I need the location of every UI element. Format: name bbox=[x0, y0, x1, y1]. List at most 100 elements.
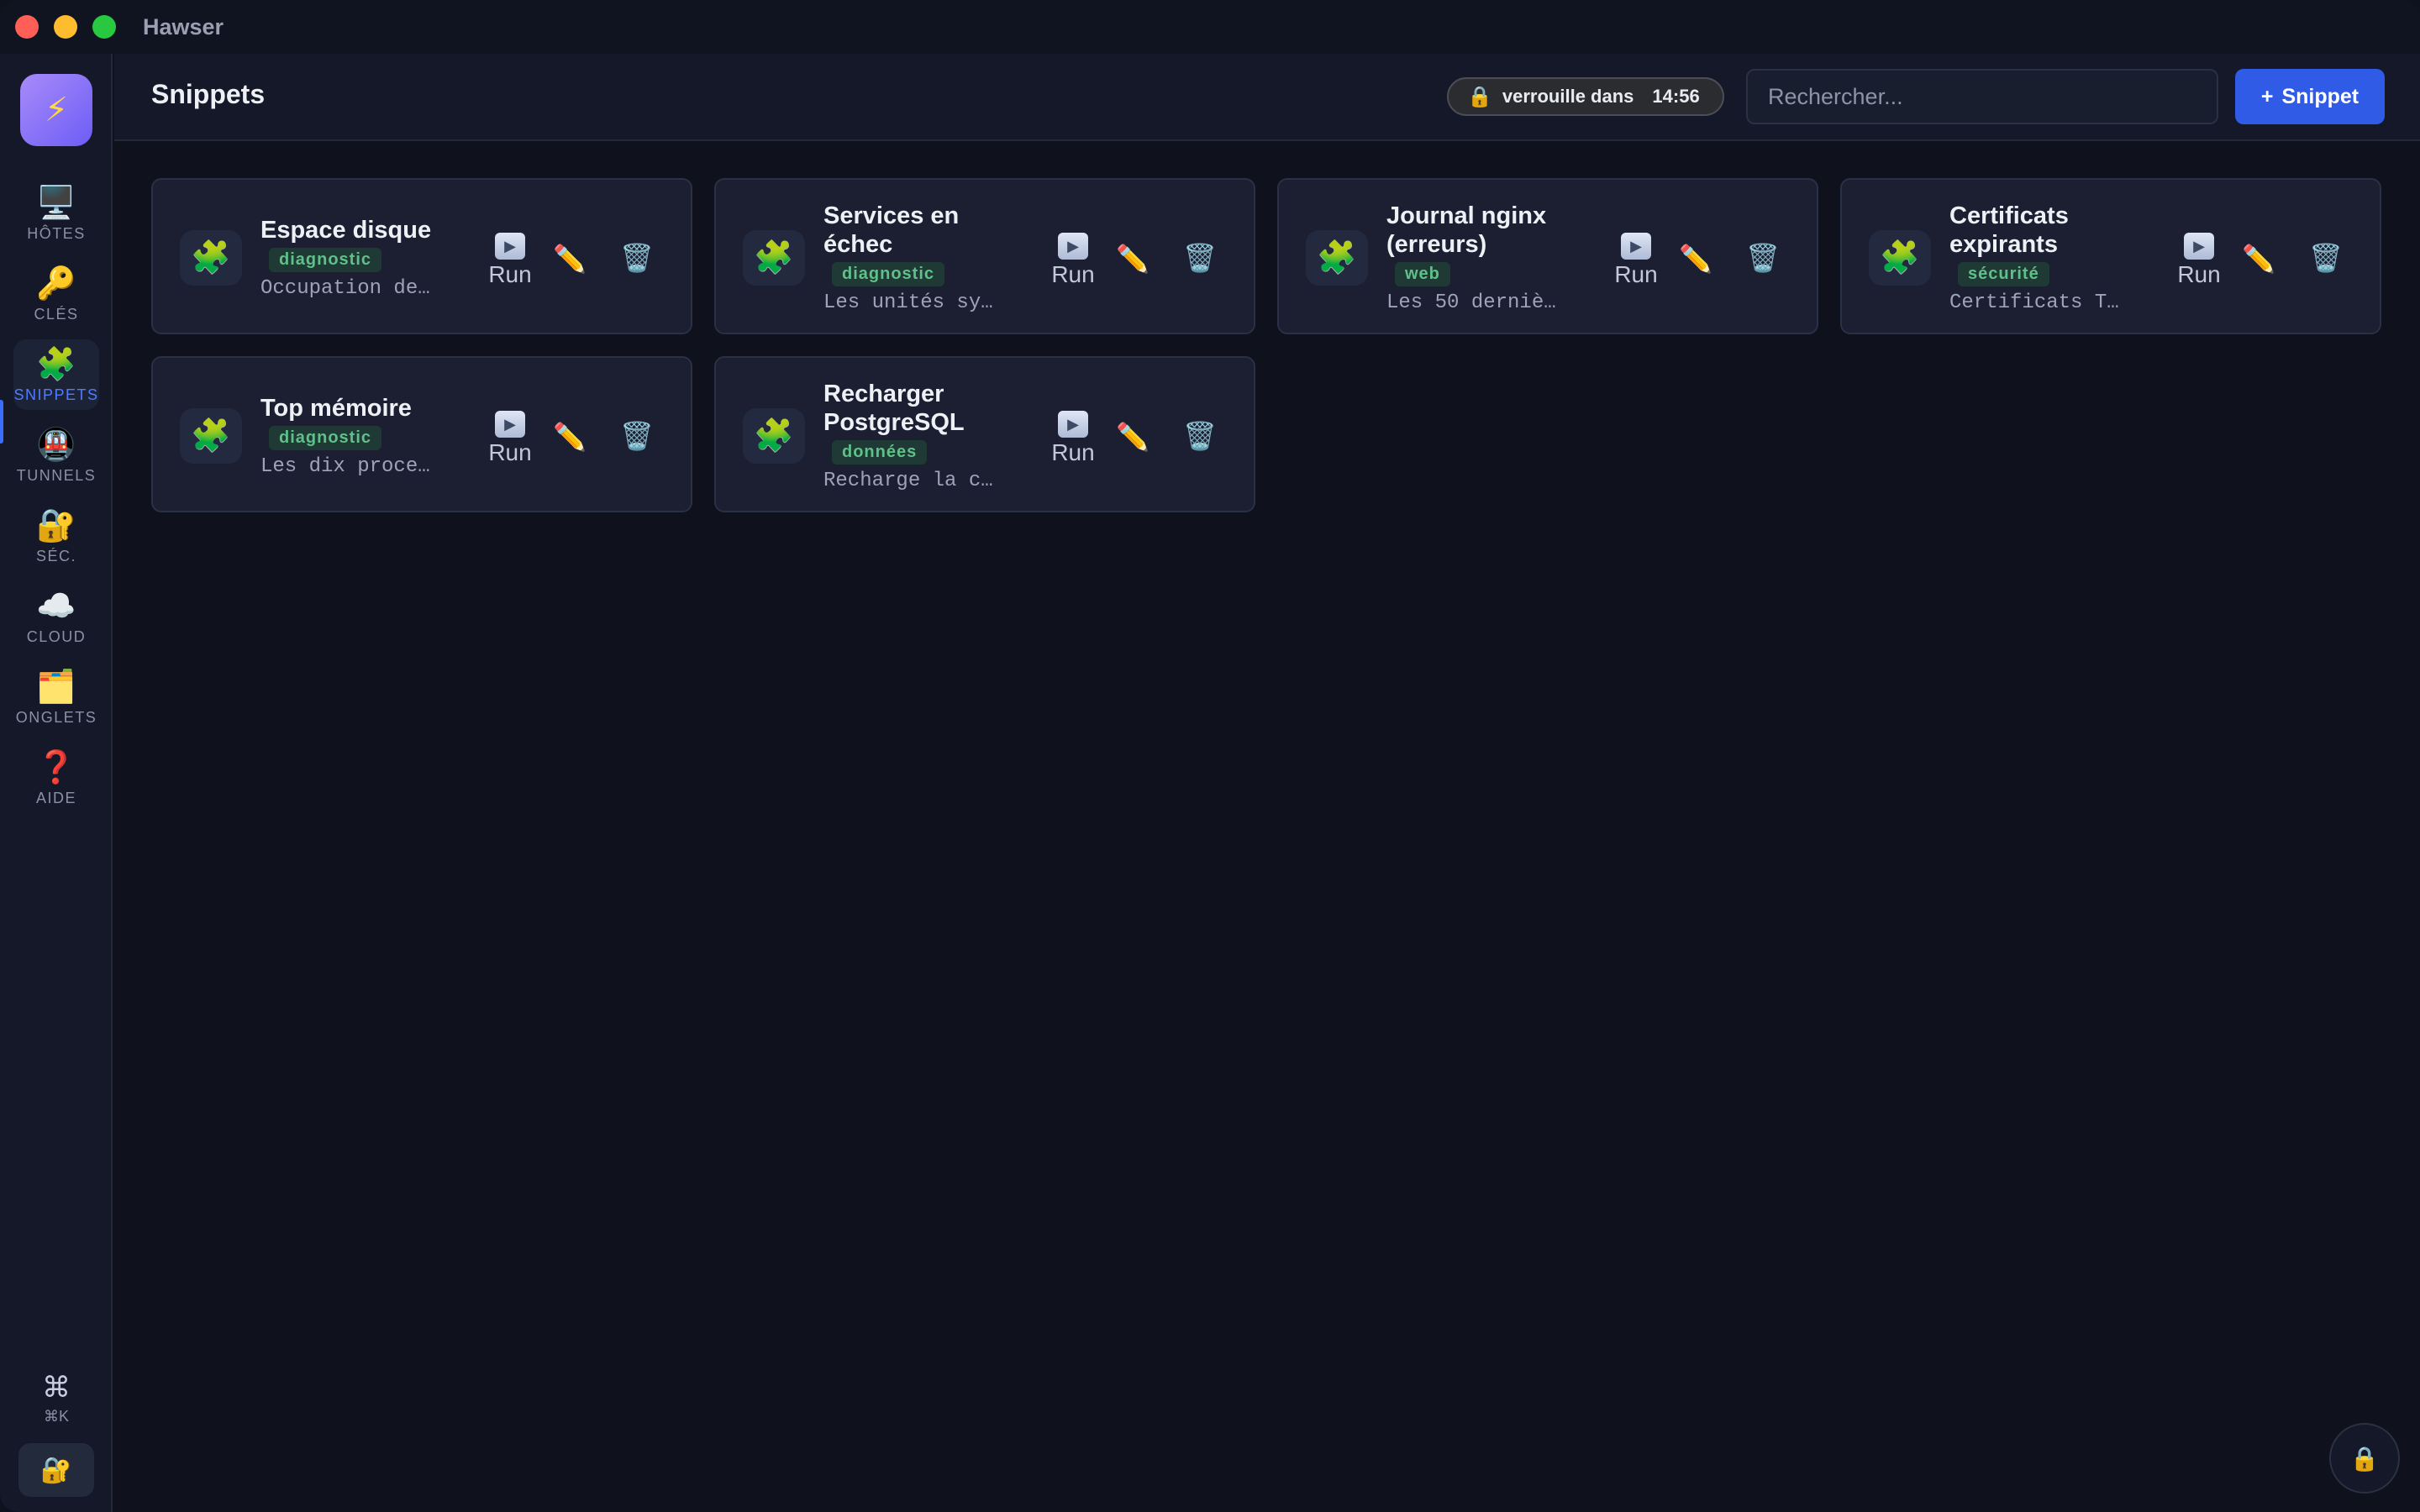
snippet-card[interactable]: 🧩 Top mémoire diagnostic Les dix process… bbox=[151, 356, 692, 512]
pencil-icon: ✏️ bbox=[2242, 244, 2275, 274]
snippet-card[interactable]: 🧩 Espace disque diagnostic Occupation de… bbox=[151, 178, 692, 334]
sidebar-item-label: CLÉS bbox=[34, 305, 79, 323]
edit-snippet-button[interactable]: ✏️ bbox=[2242, 240, 2275, 277]
edit-snippet-button[interactable]: ✏️ bbox=[553, 240, 587, 277]
snippet-card[interactable]: 🧩 Certificats expirants sécurité Certifi… bbox=[1840, 178, 2381, 334]
puzzle-icon: 🧩 bbox=[180, 230, 242, 286]
snippet-icon-glyph: 🧩 bbox=[1880, 240, 1920, 276]
edit-snippet-button[interactable]: ✏️ bbox=[553, 418, 587, 455]
snippet-title: Recharger PostgreSQL bbox=[823, 381, 965, 436]
edit-snippet-button[interactable]: ✏️ bbox=[1116, 240, 1150, 277]
snippet-description: Les unités systemd en échec bbox=[823, 291, 1005, 314]
lock-vault-button[interactable]: 🔐 bbox=[18, 1443, 94, 1497]
delete-snippet-button[interactable]: 🗑️ bbox=[620, 239, 654, 277]
sidebar-item-clés[interactable]: 🔑 CLÉS bbox=[13, 259, 99, 329]
add-snippet-button[interactable]: + Snippet bbox=[2235, 69, 2385, 124]
run-snippet-button[interactable]: ▶ Run bbox=[481, 407, 539, 470]
delete-snippet-button[interactable]: 🗑️ bbox=[1183, 239, 1217, 277]
snippet-tag: diagnostic bbox=[832, 262, 945, 286]
sidebar-item-séc[interactable]: 🔐 SÉC. bbox=[13, 501, 99, 571]
puzzle-icon: 🧩 bbox=[1869, 230, 1931, 286]
sidebar-item-label: ONGLETS bbox=[15, 708, 97, 726]
sidebar-item-label: AIDE bbox=[35, 789, 76, 806]
edit-snippet-button[interactable]: ✏️ bbox=[1116, 418, 1150, 455]
sidebar-item-snippets[interactable]: 🧩 SNIPPETS bbox=[13, 339, 99, 410]
edit-snippet-button[interactable]: ✏️ bbox=[1679, 240, 1712, 277]
app-logo[interactable]: ⚡ bbox=[20, 74, 92, 146]
snippet-body: Espace disque diagnostic Occupation des … bbox=[260, 180, 445, 336]
sidebar-item-cloud[interactable]: ☁️ CLOUD bbox=[13, 581, 99, 652]
snippet-card[interactable]: 🧩 Journal nginx (erreurs) web Les 50 der… bbox=[1277, 178, 1818, 334]
sidebar-item-tunnels[interactable]: 🚇 TUNNELS bbox=[13, 420, 99, 491]
command-palette-label: ⌘K bbox=[43, 1407, 69, 1425]
sidebar-item-aide[interactable]: ❓ AIDE bbox=[13, 743, 99, 813]
monitor-icon: 🖥️ bbox=[36, 185, 76, 221]
page-title: Snippets bbox=[151, 79, 266, 109]
sidebar-item-onglets[interactable]: 🗂️ ONGLETS bbox=[13, 662, 99, 732]
sidebar-item-hôtes[interactable]: 🖥️ HÔTES bbox=[13, 178, 99, 249]
lightning-icon: ⚡ bbox=[44, 92, 69, 129]
play-icon: ▶ bbox=[495, 411, 525, 438]
maximize-window-button[interactable] bbox=[92, 15, 116, 39]
snippet-title: Journal nginx (erreurs) bbox=[1386, 202, 1547, 258]
floating-lock-button[interactable]: 🔒 bbox=[2329, 1423, 2400, 1494]
run-snippet-button[interactable]: ▶ Run bbox=[1607, 228, 1665, 292]
delete-snippet-button[interactable]: 🗑️ bbox=[620, 417, 654, 455]
auto-lock-timer: 🔒 verrouille dans 14:56 bbox=[1447, 77, 1724, 116]
play-icon: ▶ bbox=[2184, 233, 2214, 260]
pencil-icon: ✏️ bbox=[1116, 244, 1150, 274]
snippet-description: Les dix processus les plus gourmands bbox=[260, 455, 442, 478]
puzzle-icon: 🧩 bbox=[743, 230, 805, 286]
run-label: Run bbox=[1051, 261, 1095, 287]
trash-icon: 🗑️ bbox=[1746, 243, 1780, 273]
pencil-icon: ✏️ bbox=[1116, 422, 1150, 452]
title-bar: Hawser bbox=[0, 0, 2420, 54]
snippet-card[interactable]: 🧩 Services en échec diagnostic Les unité… bbox=[714, 178, 1255, 334]
delete-snippet-button[interactable]: 🗑️ bbox=[1183, 417, 1217, 455]
run-snippet-button[interactable]: ▶ Run bbox=[2170, 228, 2228, 292]
trash-icon: 🗑️ bbox=[620, 243, 654, 273]
snippet-icon-glyph: 🧩 bbox=[191, 418, 231, 454]
add-snippet-label: Snippet bbox=[2281, 84, 2360, 108]
snippet-title: Espace disque bbox=[260, 217, 432, 244]
run-snippet-button[interactable]: ▶ Run bbox=[481, 228, 539, 292]
play-icon: ▶ bbox=[1621, 233, 1651, 260]
pencil-icon: ✏️ bbox=[1679, 244, 1712, 274]
puzzle-icon: 🧩 bbox=[743, 408, 805, 464]
snippet-body: Certificats expirants sécurité Certifica… bbox=[1949, 180, 2134, 336]
sidebar-item-label: SNIPPETS bbox=[13, 386, 99, 403]
snippet-description: Les 50 dernières lignes d'erreurs bbox=[1386, 291, 1568, 314]
pencil-icon: ✏️ bbox=[553, 422, 587, 452]
trash-icon: 🗑️ bbox=[620, 421, 654, 451]
delete-snippet-button[interactable]: 🗑️ bbox=[2309, 239, 2343, 277]
question-icon: ❓ bbox=[36, 749, 76, 785]
snippet-grid: 🧩 Espace disque diagnostic Occupation de… bbox=[151, 178, 2383, 512]
window-controls bbox=[15, 15, 116, 39]
play-icon: ▶ bbox=[1058, 411, 1088, 438]
snippet-description: Recharge la configuration bbox=[823, 470, 1005, 492]
command-icon: ⌘ bbox=[42, 1371, 71, 1404]
delete-snippet-button[interactable]: 🗑️ bbox=[1746, 239, 1780, 277]
puzzle-icon: 🧩 bbox=[180, 408, 242, 464]
run-snippet-button[interactable]: ▶ Run bbox=[1044, 407, 1102, 470]
snippet-description: Certificats TLS expirant bientôt bbox=[1949, 291, 2131, 314]
snippet-title: Certificats expirants bbox=[1949, 202, 2069, 258]
snippet-icon-glyph: 🧩 bbox=[754, 240, 794, 276]
sidebar-item-label: CLOUD bbox=[26, 627, 87, 645]
pencil-icon: ✏️ bbox=[553, 244, 587, 274]
run-label: Run bbox=[1051, 439, 1095, 465]
trash-icon: 🗑️ bbox=[1183, 421, 1217, 451]
sidebar: ⚡ 🖥️ HÔTES 🔑 CLÉS 🧩 SNIPPETS 🚇 TUNNELS 🔐 SÉC. ☁️ CL… bbox=[0, 54, 113, 1512]
run-snippet-button[interactable]: ▶ Run bbox=[1044, 228, 1102, 292]
command-palette-button[interactable]: ⌘ ⌘K bbox=[13, 1364, 99, 1431]
snippet-tag: web bbox=[1395, 262, 1450, 286]
minimize-window-button[interactable] bbox=[54, 15, 77, 39]
close-window-button[interactable] bbox=[15, 15, 39, 39]
search-input[interactable] bbox=[1746, 69, 2218, 124]
lock-timer-value: 14:56 bbox=[1652, 86, 1700, 107]
sidebar-item-label: TUNNELS bbox=[16, 466, 97, 484]
folder-tabs-icon: 🗂️ bbox=[36, 669, 76, 705]
sidebar-item-label: SÉC. bbox=[35, 547, 76, 564]
snippet-card[interactable]: 🧩 Recharger PostgreSQL données Recharge … bbox=[714, 356, 1255, 512]
active-nav-indicator bbox=[0, 400, 3, 444]
